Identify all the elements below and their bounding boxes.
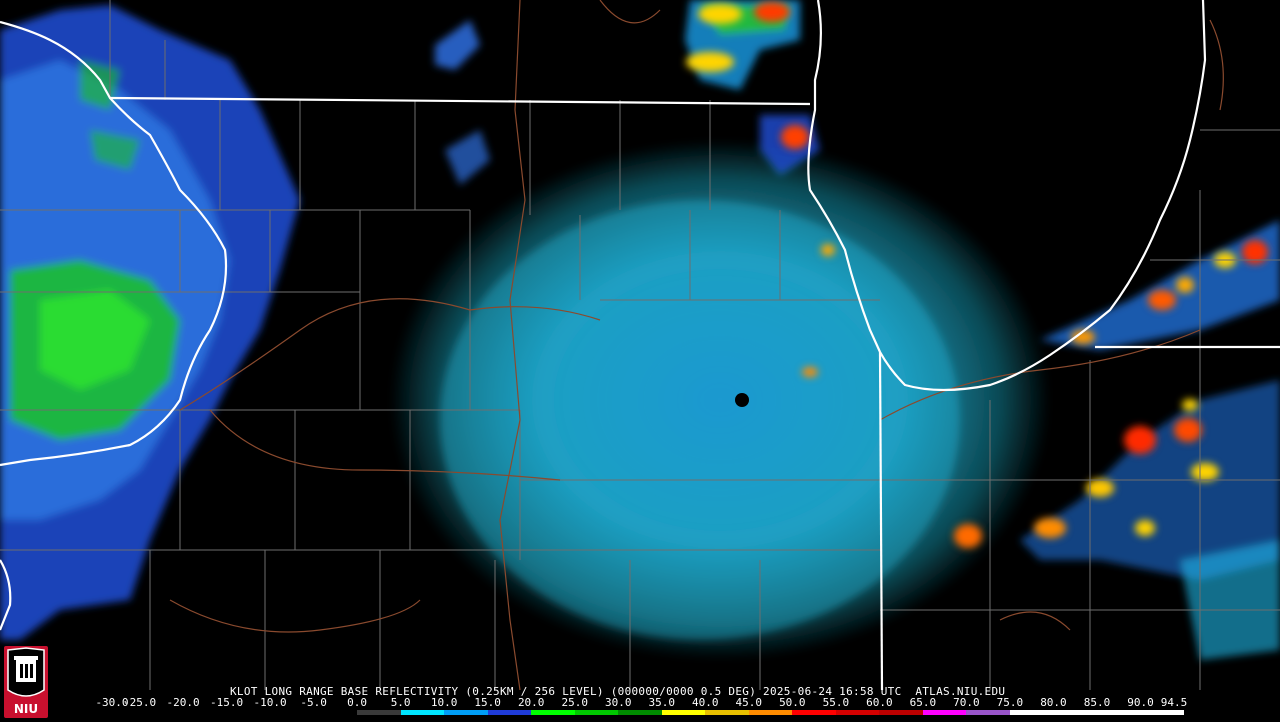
radar-map bbox=[0, 0, 1280, 720]
colorbar-swatch bbox=[313, 710, 358, 715]
colorbar-swatch bbox=[531, 710, 575, 715]
colorbar-label: 75.0 bbox=[996, 696, 1024, 709]
colorbar-label: 90.0 bbox=[1127, 696, 1154, 709]
colorbar-label: 25.0 bbox=[561, 696, 588, 709]
colorbar-label: -15.0 bbox=[209, 696, 244, 709]
colorbar-swatch bbox=[270, 710, 314, 715]
colorbar-label: 55.0 bbox=[822, 696, 850, 709]
colorbar-label: 30.0 bbox=[604, 696, 632, 709]
colorbar-swatch bbox=[1140, 710, 1184, 715]
colorbar-swatch bbox=[922, 710, 967, 715]
colorbar-swatch bbox=[96, 710, 140, 715]
colorbar-label: -20.0 bbox=[166, 696, 200, 709]
colorbar-swatch bbox=[1053, 710, 1097, 715]
colorbar-label: 45.0 bbox=[735, 696, 763, 709]
colorbar-swatch bbox=[705, 710, 749, 715]
colorbar-label: 65.0 bbox=[909, 696, 937, 709]
colorbar-label: 0.0 bbox=[347, 696, 368, 709]
colorbar-label: 15.0 bbox=[474, 696, 501, 709]
colorbar-label: -10.0 bbox=[253, 696, 287, 709]
colorbar-swatch bbox=[357, 710, 401, 715]
colorbar-swatch bbox=[748, 710, 793, 715]
colorbar-swatch bbox=[400, 710, 445, 715]
colorbar-swatch bbox=[835, 710, 880, 715]
colorbar-label: 50.0 bbox=[779, 696, 806, 709]
colorbar-label: 85.0 bbox=[1083, 696, 1111, 709]
colorbar-swatch bbox=[792, 710, 836, 715]
colorbar-swatch bbox=[139, 710, 184, 715]
colorbar-swatch bbox=[1009, 710, 1054, 715]
colorbar-swatch bbox=[879, 710, 923, 715]
radar-site-marker bbox=[735, 393, 749, 407]
colorbar-swatch bbox=[226, 710, 271, 715]
colorbar-label: 40.0 bbox=[692, 696, 719, 709]
colorbar-swatch bbox=[661, 710, 706, 715]
colorbar-label: 20.0 bbox=[517, 696, 545, 709]
colorbar-label: 10.0 bbox=[430, 696, 458, 709]
colorbar-swatch bbox=[444, 710, 488, 715]
reflectivity-colorbar bbox=[96, 710, 1184, 715]
colorbar-swatch bbox=[487, 710, 532, 715]
colorbar-label: 60.0 bbox=[866, 696, 893, 709]
colorbar-swatch bbox=[618, 710, 662, 715]
colorbar-label: 80.0 bbox=[1040, 696, 1067, 709]
colorbar-labels: -30.0 -25.0 -20.0 -15.0 -10.0 -5.0 0.0 5.0 10.0 1… bbox=[0, 697, 1280, 709]
colorbar-label: 35.0 bbox=[648, 696, 676, 709]
colorbar-label: 70.0 bbox=[953, 696, 980, 709]
colorbar-swatch bbox=[574, 710, 619, 715]
colorbar-label: -25.0 bbox=[122, 696, 157, 709]
colorbar-label: -5.0 bbox=[300, 696, 327, 709]
colorbar-swatch bbox=[183, 710, 227, 715]
colorbar-label: 5.0 bbox=[390, 696, 411, 709]
colorbar-swatch bbox=[966, 710, 1010, 715]
colorbar-swatch bbox=[1096, 710, 1141, 715]
colorbar-label: 94.5 bbox=[1160, 696, 1188, 709]
